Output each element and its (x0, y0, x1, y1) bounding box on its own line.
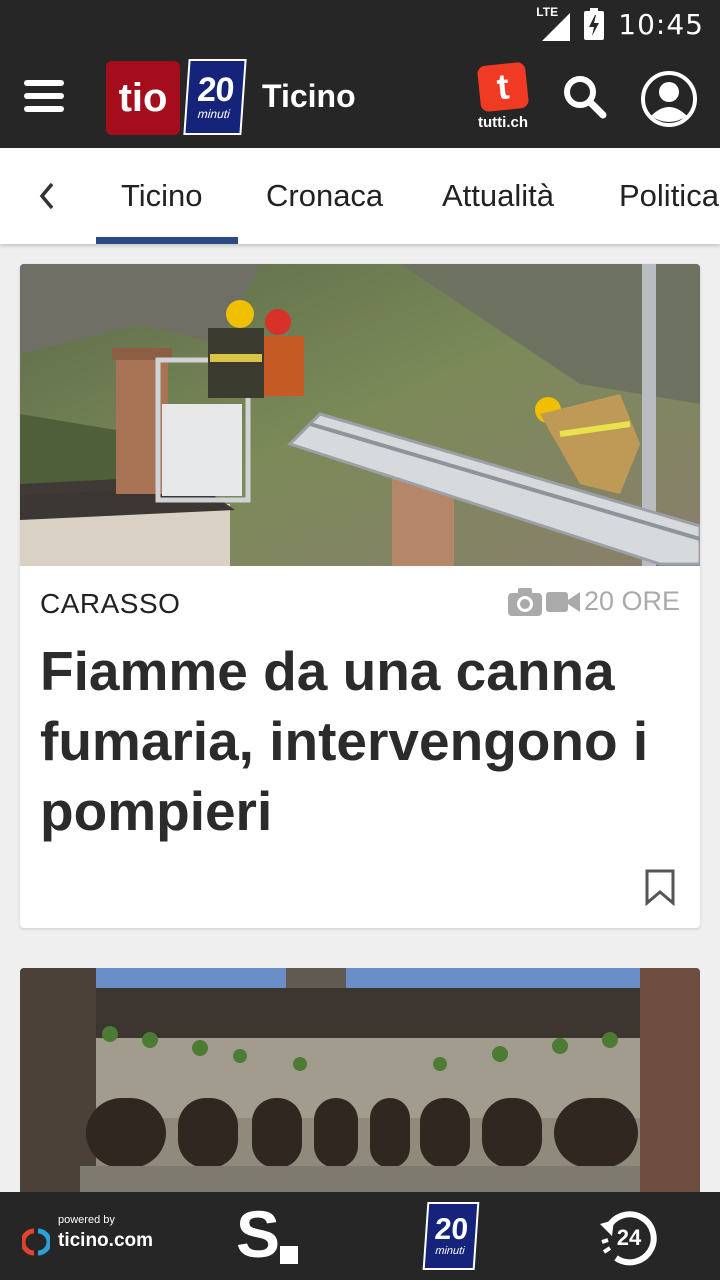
article-location: CARASSO (40, 588, 181, 619)
article-card[interactable] (20, 968, 700, 1208)
tab-cronaca[interactable]: Cronaca (266, 148, 383, 244)
bottom-navigation: powered by ticino.com S 20 minuti 24 (0, 1192, 720, 1280)
camera-icon (507, 587, 542, 616)
logo-20-word: minuti (197, 107, 231, 121)
20-minuti-logo[interactable]: 20 minuti (183, 59, 247, 135)
ticino-com-link[interactable]: powered by ticino.com (22, 1214, 172, 1260)
20-minuti-button[interactable]: 20 minuti (422, 1202, 480, 1270)
24h-news-icon[interactable]: 24 (598, 1206, 660, 1268)
b24-label: 24 (617, 1225, 642, 1250)
clock: 10:45 (618, 7, 704, 41)
article-photo[interactable] (20, 968, 700, 1208)
tab-ticino[interactable]: Ticino (96, 148, 237, 244)
cell-signal-icon: LTE (536, 5, 571, 41)
logo-20-number: 20 (196, 71, 235, 109)
article-meta: 20 ORE (507, 586, 680, 617)
article-card[interactable]: CARASSO 20 ORE Fiamme da una canna fumar… (20, 264, 700, 928)
ticino-com-logo-icon (22, 1228, 50, 1256)
tab-attualita[interactable]: Attualità (442, 148, 554, 244)
status-bar: LTE 10:45 (0, 0, 720, 48)
tab-politica[interactable]: Politica (619, 148, 719, 244)
battery-charging-icon (584, 8, 605, 40)
video-icon (545, 591, 580, 612)
powered-by-label: powered by (58, 1214, 115, 1226)
chevron-left-icon[interactable] (30, 178, 66, 214)
b20-word: minuti (434, 1245, 466, 1257)
ticino-com-label: ticino.com (58, 1230, 154, 1251)
search-icon[interactable] (560, 72, 610, 122)
bookmark-icon[interactable] (644, 868, 676, 907)
section-tabs: Ticino Cronaca Attualità Politica (0, 148, 720, 244)
s-app-button[interactable]: S (236, 1198, 302, 1270)
article-photo[interactable] (20, 264, 700, 566)
region-title: Ticino (262, 78, 356, 114)
app-bar: tio 20 minuti Ticino t tutti.ch (0, 48, 720, 148)
tutti-label: tutti.ch (478, 114, 528, 131)
b20-number: 20 (433, 1213, 470, 1246)
tio-logo[interactable]: tio (106, 61, 180, 135)
tutti-logo-icon: t (476, 61, 530, 113)
tutti-button[interactable]: t tutti.ch (474, 61, 532, 138)
account-icon[interactable] (640, 70, 698, 128)
article-title[interactable]: Fiamme da una canna fumaria, intervengon… (40, 636, 680, 846)
article-age: 20 ORE (583, 586, 680, 616)
menu-icon[interactable] (24, 80, 64, 116)
s-logo: S (236, 1197, 281, 1271)
